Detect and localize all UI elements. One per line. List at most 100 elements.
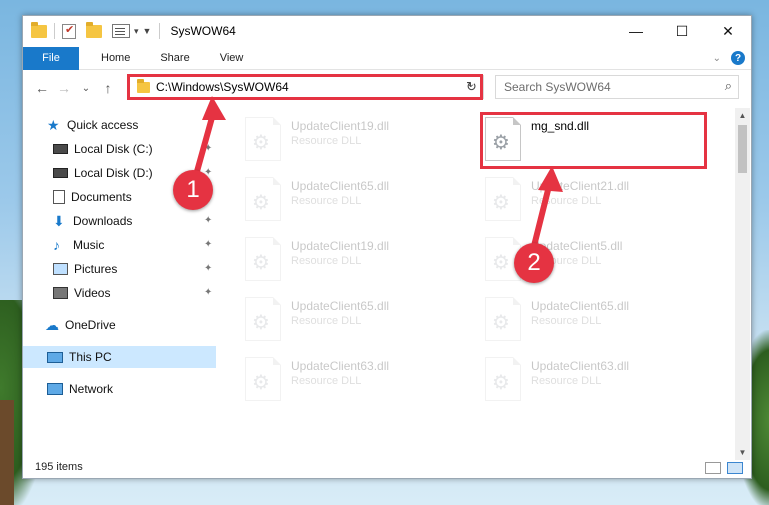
forward-button[interactable]: → — [53, 80, 75, 96]
sidebar-item-videos[interactable]: Videos — [53, 282, 110, 304]
sidebar-item-documents[interactable]: Documents — [53, 186, 132, 208]
pin-icon[interactable]: ✦ — [204, 215, 212, 226]
sidebar-item-label: This PC — [69, 350, 112, 364]
title-bar[interactable]: ▾ ▼ SysWOW64 — ☐ ✕ — [23, 16, 751, 46]
sidebar-item-local-disk-d[interactable]: Local Disk (D:) — [53, 162, 153, 184]
gear-icon: ⚙ — [252, 132, 270, 154]
dll-file-icon: ⚙ — [485, 357, 521, 401]
file-name: UpdateClient21.dll — [531, 179, 630, 193]
file-item[interactable]: ⚙ UpdateClient19.dll Resource DLL — [245, 114, 475, 172]
up-button[interactable]: ↑ — [97, 80, 119, 96]
dll-file-icon: ⚙ — [485, 177, 521, 221]
sidebar-item-onedrive[interactable]: ☁ OneDrive — [45, 314, 116, 336]
dll-file-icon: ⚙ — [245, 297, 281, 341]
sidebar-item-label: Videos — [74, 286, 111, 300]
ribbon-right-controls: ⌄ ? — [713, 51, 745, 65]
file-item[interactable]: ⚙ UpdateClient63.dll Resource DLL — [245, 354, 475, 412]
pin-icon[interactable]: ✦ — [204, 143, 212, 154]
help-icon[interactable]: ? — [731, 51, 745, 65]
toolbar-expand-icon[interactable]: ▼ — [143, 26, 152, 36]
sidebar-item-downloads[interactable]: ⬇ Downloads — [53, 210, 132, 232]
gear-icon: ⚙ — [492, 252, 510, 274]
file-item[interactable]: ⚙ UpdateClient63.dll Resource DLL — [485, 354, 715, 412]
navigation-pane: ★ Quick access Local Disk (C:) ✦ Local D… — [23, 112, 218, 457]
sidebar-item-label: OneDrive — [65, 318, 116, 332]
file-type: Resource DLL — [291, 315, 362, 327]
gear-icon: ⚙ — [492, 192, 510, 214]
file-item[interactable]: ⚙ UpdateClient65.dll Resource DLL — [485, 294, 715, 352]
pin-icon[interactable]: ✦ — [204, 263, 212, 274]
sidebar-item-label: Music — [73, 238, 105, 252]
view-options-icon[interactable] — [112, 24, 130, 38]
folder-icon — [31, 21, 47, 38]
status-bar: 195 items — [23, 456, 751, 478]
large-icons-view-icon[interactable] — [727, 462, 743, 474]
sidebar-item-label: Local Disk (D:) — [74, 166, 153, 180]
file-type: Resource DLL — [531, 315, 602, 327]
dll-file-icon: ⚙ — [245, 237, 281, 281]
disk-icon — [53, 144, 68, 154]
step-1-callout: 1 — [173, 170, 213, 210]
gear-icon: ⚙ — [492, 312, 510, 334]
item-count: 195 items — [35, 461, 83, 473]
file-item[interactable]: ⚙ UpdateClient19.dll Resource DLL — [245, 234, 475, 292]
maximize-button[interactable]: ☐ — [659, 16, 705, 46]
tab-home[interactable]: Home — [79, 47, 145, 70]
back-button[interactable]: ← — [31, 80, 53, 96]
palm-trunk — [0, 400, 14, 505]
file-name: UpdateClient19.dll — [291, 119, 390, 133]
file-name: UpdateClient65.dll — [291, 299, 390, 313]
file-type: Resource DLL — [291, 375, 362, 387]
details-view-icon[interactable] — [705, 462, 721, 474]
view-toggle — [705, 462, 743, 474]
sidebar-item-quick-access[interactable]: ★ Quick access — [47, 114, 138, 136]
document-icon — [53, 190, 65, 204]
window-controls: — ☐ ✕ — [613, 16, 751, 46]
expand-ribbon-icon[interactable]: ⌄ — [713, 53, 721, 64]
onedrive-icon: ☁ — [45, 316, 59, 333]
gear-icon: ⚙ — [252, 372, 270, 394]
scroll-up-icon[interactable]: ▲ — [735, 108, 750, 123]
videos-icon — [53, 287, 68, 299]
tab-file[interactable]: File — [23, 46, 79, 70]
new-folder-icon[interactable] — [86, 21, 102, 38]
sidebar-item-pictures[interactable]: Pictures — [53, 258, 117, 280]
tab-view[interactable]: View — [205, 47, 259, 70]
tab-share[interactable]: Share — [145, 47, 204, 70]
sidebar-item-network[interactable]: Network — [47, 378, 113, 400]
dll-file-icon: ⚙ — [245, 357, 281, 401]
search-placeholder: Search SysWOW64 — [504, 80, 611, 94]
sidebar-item-music[interactable]: ♪ Music — [53, 234, 104, 256]
sidebar-item-this-pc[interactable]: This PC — [23, 346, 216, 368]
search-input[interactable]: Search SysWOW64 ⌕ — [495, 75, 739, 99]
file-item[interactable]: ⚙ UpdateClient21.dll Resource DLL — [485, 174, 715, 232]
vertical-scrollbar[interactable]: ▲ ▼ — [735, 108, 750, 460]
file-name: UpdateClient65.dll — [291, 179, 390, 193]
file-name: UpdateClient65.dll — [531, 299, 630, 313]
file-item[interactable]: ⚙ UpdateClient65.dll Resource DLL — [245, 294, 475, 352]
gear-icon: ⚙ — [252, 312, 270, 334]
download-icon: ⬇ — [53, 212, 65, 229]
customize-toolbar-dropdown-icon[interactable]: ▾ — [134, 26, 139, 37]
toolbar-divider — [54, 23, 55, 39]
title-divider — [159, 23, 161, 39]
this-pc-icon — [47, 351, 63, 363]
scroll-thumb[interactable] — [738, 125, 747, 173]
search-icon[interactable]: ⌕ — [725, 78, 732, 94]
pin-icon[interactable]: ✦ — [204, 287, 212, 298]
file-item[interactable]: ⚙ UpdateClient65.dll Resource DLL — [245, 174, 475, 232]
close-button[interactable]: ✕ — [705, 16, 751, 46]
minimize-button[interactable]: — — [613, 16, 659, 46]
dll-file-icon: ⚙ — [245, 117, 281, 161]
sidebar-item-label: Local Disk (C:) — [74, 142, 153, 156]
music-icon: ♪ — [53, 237, 60, 253]
file-type: Resource DLL — [531, 375, 602, 387]
properties-check-icon[interactable] — [62, 23, 76, 39]
dll-file-icon: ⚙ — [245, 177, 281, 221]
file-name: UpdateClient63.dll — [531, 359, 630, 373]
sidebar-item-label: Network — [69, 382, 114, 396]
file-type: Resource DLL — [291, 135, 362, 147]
sidebar-item-local-disk-c[interactable]: Local Disk (C:) — [53, 138, 153, 160]
pin-icon[interactable]: ✦ — [204, 239, 212, 250]
recent-locations-dropdown[interactable]: ⌄ — [75, 83, 97, 94]
